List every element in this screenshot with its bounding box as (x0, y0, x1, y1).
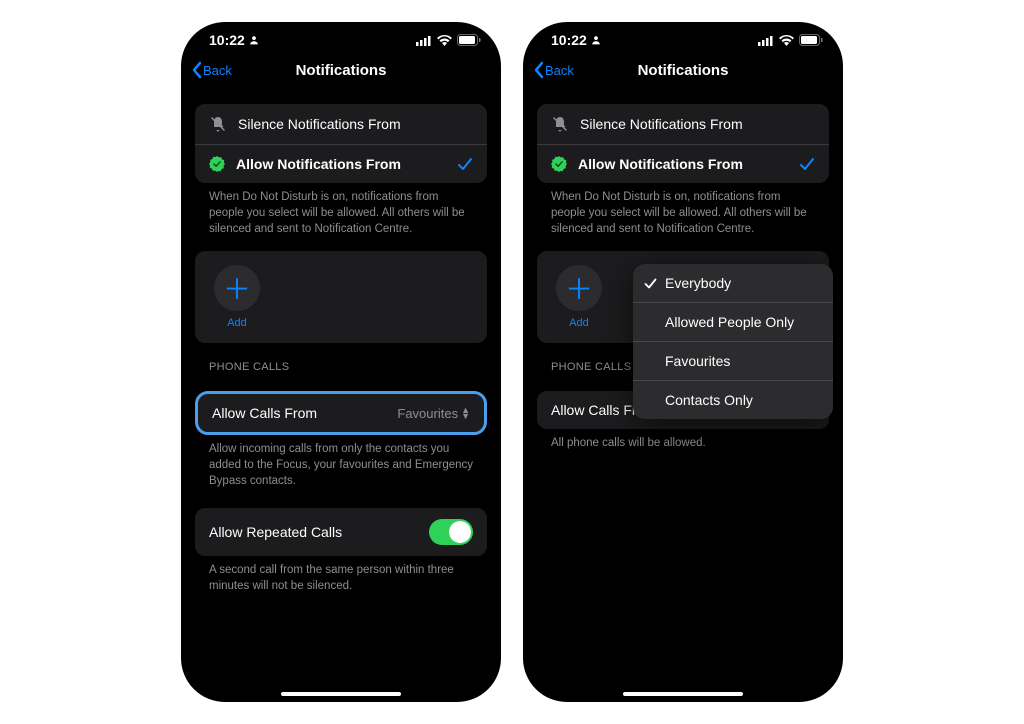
plus-icon: ＋ (556, 265, 602, 311)
plus-icon: ＋ (214, 265, 260, 311)
popover-option-label: Everybody (665, 275, 731, 291)
allow-calls-group: Allow Calls From Favourites ▲▼ (195, 391, 487, 435)
nav-bar: Back Notifications (181, 50, 501, 90)
popover-option-contacts-only[interactable]: Contacts Only (633, 380, 833, 419)
mode-footer: When Do Not Disturb is on, notifications… (195, 183, 487, 237)
bell-slash-icon (209, 115, 227, 133)
notification-mode-group: Silence Notifications From Allow Notific… (537, 104, 829, 183)
allow-calls-from-row[interactable]: Allow Calls From Favourites ▲▼ (198, 394, 484, 432)
silence-label: Silence Notifications From (238, 116, 473, 132)
wifi-icon (437, 35, 452, 46)
home-indicator[interactable] (623, 692, 743, 696)
add-label: Add (227, 317, 247, 329)
allow-notifications-row[interactable]: Allow Notifications From (195, 144, 487, 183)
popover-option-favourites[interactable]: Favourites (633, 341, 833, 380)
calls-footer: Allow incoming calls from only the conta… (195, 435, 487, 489)
add-people-group: ＋ Add (195, 251, 487, 343)
home-indicator[interactable] (281, 692, 401, 696)
chevron-left-icon (533, 61, 545, 79)
popover-option-label: Favourites (665, 353, 730, 369)
cellular-icon (416, 35, 432, 46)
person-icon (249, 35, 259, 45)
popover-option-label: Allowed People Only (665, 314, 794, 330)
checkmark-icon (644, 278, 657, 289)
phone-screenshot-left: 10:22 Back Notifications Silence Notific… (181, 22, 501, 702)
allow-label: Allow Notifications From (578, 156, 788, 172)
popover-option-allowed-only[interactable]: Allowed People Only (633, 302, 833, 341)
back-button[interactable]: Back (533, 61, 574, 79)
battery-icon (457, 34, 481, 46)
bell-slash-icon (551, 115, 569, 133)
calls-footer: All phone calls will be allowed. (537, 429, 829, 451)
allow-repeated-calls-row[interactable]: Allow Repeated Calls (195, 508, 487, 556)
repeated-calls-label: Allow Repeated Calls (209, 524, 418, 540)
status-time: 10:22 (551, 32, 587, 48)
add-label: Add (569, 317, 589, 329)
status-time: 10:22 (209, 32, 245, 48)
allow-label: Allow Notifications From (236, 156, 446, 172)
notification-mode-group: Silence Notifications From Allow Notific… (195, 104, 487, 183)
back-label: Back (203, 63, 232, 78)
phone-calls-header: PHONE CALLS (195, 343, 487, 377)
allow-notifications-row[interactable]: Allow Notifications From (537, 144, 829, 183)
status-bar: 10:22 (523, 22, 843, 50)
popover-option-label: Contacts Only (665, 392, 753, 408)
mode-footer: When Do Not Disturb is on, notifications… (537, 183, 829, 237)
cellular-icon (758, 35, 774, 46)
allow-calls-label: Allow Calls From (212, 405, 386, 421)
allow-calls-value: Favourites (397, 406, 458, 421)
updown-icon: ▲▼ (461, 407, 470, 419)
verified-badge-icon (209, 156, 225, 172)
battery-icon (799, 34, 823, 46)
phone-screenshot-right: 10:22 Back Notifications Silence Notific… (523, 22, 843, 702)
checkmark-icon (457, 157, 473, 171)
status-bar: 10:22 (181, 22, 501, 50)
nav-bar: Back Notifications (523, 50, 843, 90)
silence-label: Silence Notifications From (580, 116, 815, 132)
add-person-button[interactable]: ＋ Add (209, 265, 265, 329)
checkmark-icon (799, 157, 815, 171)
add-person-button[interactable]: ＋ Add (551, 265, 607, 329)
back-label: Back (545, 63, 574, 78)
person-icon (591, 35, 601, 45)
allow-calls-popover: Everybody Allowed People Only Favourites… (633, 264, 833, 419)
silence-notifications-row[interactable]: Silence Notifications From (537, 104, 829, 144)
repeated-calls-toggle[interactable] (429, 519, 473, 545)
wifi-icon (779, 35, 794, 46)
repeated-footer: A second call from the same person withi… (195, 556, 487, 594)
silence-notifications-row[interactable]: Silence Notifications From (195, 104, 487, 144)
back-button[interactable]: Back (191, 61, 232, 79)
repeated-calls-group: Allow Repeated Calls (195, 508, 487, 556)
verified-badge-icon (551, 156, 567, 172)
chevron-left-icon (191, 61, 203, 79)
popover-option-everybody[interactable]: Everybody (633, 264, 833, 302)
